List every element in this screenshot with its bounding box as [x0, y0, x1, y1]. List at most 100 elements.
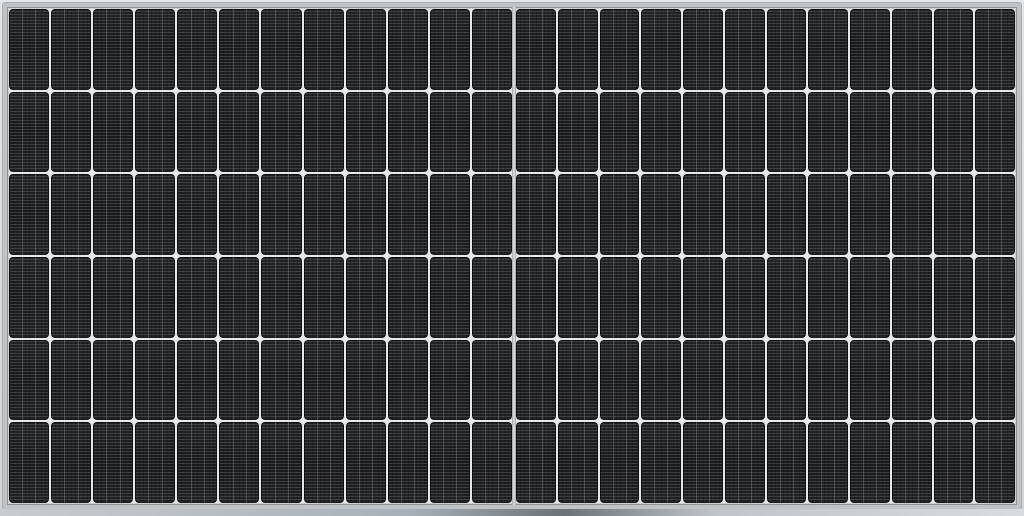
solar-cell — [516, 9, 556, 90]
solar-cell — [724, 174, 765, 255]
solar-cell — [975, 91, 1015, 173]
solar-cell — [261, 256, 302, 338]
solar-cell — [724, 422, 765, 503]
solar-cell — [766, 9, 807, 90]
solar-cell — [724, 91, 765, 173]
solar-cell — [429, 339, 470, 421]
solar-cell — [429, 256, 470, 338]
solar-cell — [345, 91, 386, 173]
solar-cell — [641, 9, 681, 90]
solar-cell — [975, 174, 1015, 255]
solar-cell — [766, 91, 807, 173]
solar-cell — [516, 422, 556, 503]
solar-cell — [891, 339, 932, 421]
solar-cell — [808, 256, 848, 338]
solar-cell — [93, 91, 134, 173]
solar-cell — [9, 9, 50, 90]
solar-cell — [683, 9, 723, 90]
solar-cell — [219, 422, 260, 503]
solar-cell — [724, 339, 765, 421]
solar-cell — [93, 256, 134, 338]
solar-cell — [724, 256, 765, 338]
solar-cell — [975, 339, 1015, 421]
solar-cell — [177, 256, 218, 338]
solar-cell — [599, 9, 640, 90]
solar-cell — [891, 174, 932, 255]
solar-cell — [471, 422, 512, 503]
solar-cell — [93, 174, 134, 255]
solar-cell — [599, 422, 640, 503]
solar-cell — [177, 174, 218, 255]
solar-cell — [641, 91, 681, 173]
solar-cell — [599, 339, 640, 421]
solar-cell — [51, 174, 92, 255]
solar-cell — [641, 256, 681, 338]
solar-cell — [219, 339, 260, 421]
solar-cell — [557, 174, 598, 255]
solar-cell — [93, 9, 134, 90]
solar-cell — [891, 256, 932, 338]
solar-cell — [261, 339, 302, 421]
solar-cell — [471, 91, 512, 173]
solar-cell — [766, 339, 807, 421]
solar-cell — [345, 174, 386, 255]
solar-cell — [261, 91, 302, 173]
panel-half-right — [516, 9, 1015, 503]
solar-cell — [683, 339, 723, 421]
solar-cell — [135, 339, 176, 421]
solar-cell — [850, 91, 890, 173]
solar-cell — [850, 174, 890, 255]
solar-cell — [933, 9, 974, 90]
solar-cell — [345, 422, 386, 503]
solar-cell — [387, 339, 428, 421]
solar-cell — [387, 174, 428, 255]
solar-cell — [557, 422, 598, 503]
solar-cell — [303, 339, 344, 421]
solar-cell — [471, 9, 512, 90]
solar-cell — [557, 256, 598, 338]
solar-cell — [177, 9, 218, 90]
solar-cell — [641, 422, 681, 503]
solar-cell — [9, 339, 50, 421]
solar-cell — [516, 174, 556, 255]
background-strip — [0, 509, 1024, 516]
solar-cell — [303, 256, 344, 338]
solar-cell — [766, 174, 807, 255]
solar-cell — [808, 339, 848, 421]
solar-cell — [51, 339, 92, 421]
solar-cell — [891, 422, 932, 503]
solar-cell — [471, 339, 512, 421]
solar-cell — [219, 174, 260, 255]
solar-cell — [303, 174, 344, 255]
solar-cell — [387, 256, 428, 338]
panel-half-left — [9, 9, 512, 503]
solar-cell — [261, 422, 302, 503]
solar-cell — [51, 9, 92, 90]
solar-cell — [975, 9, 1015, 90]
solar-cell — [933, 339, 974, 421]
solar-cell — [9, 422, 50, 503]
solar-cell — [93, 422, 134, 503]
solar-cell — [557, 9, 598, 90]
solar-cell — [850, 256, 890, 338]
solar-cell — [429, 174, 470, 255]
solar-cell — [975, 256, 1015, 338]
solar-cell — [808, 174, 848, 255]
solar-cell — [429, 422, 470, 503]
solar-cell — [135, 422, 176, 503]
solar-cell — [471, 256, 512, 338]
solar-cell — [808, 91, 848, 173]
solar-cell — [135, 91, 176, 173]
solar-cell — [135, 174, 176, 255]
solar-cell — [387, 91, 428, 173]
solar-cell — [850, 422, 890, 503]
solar-cell — [303, 422, 344, 503]
solar-cell — [516, 256, 556, 338]
solar-cell — [724, 9, 765, 90]
solar-cell — [345, 256, 386, 338]
solar-cell — [51, 422, 92, 503]
photo-scene — [0, 0, 1024, 516]
solar-cell — [641, 174, 681, 255]
solar-cell — [429, 9, 470, 90]
solar-cell — [303, 9, 344, 90]
